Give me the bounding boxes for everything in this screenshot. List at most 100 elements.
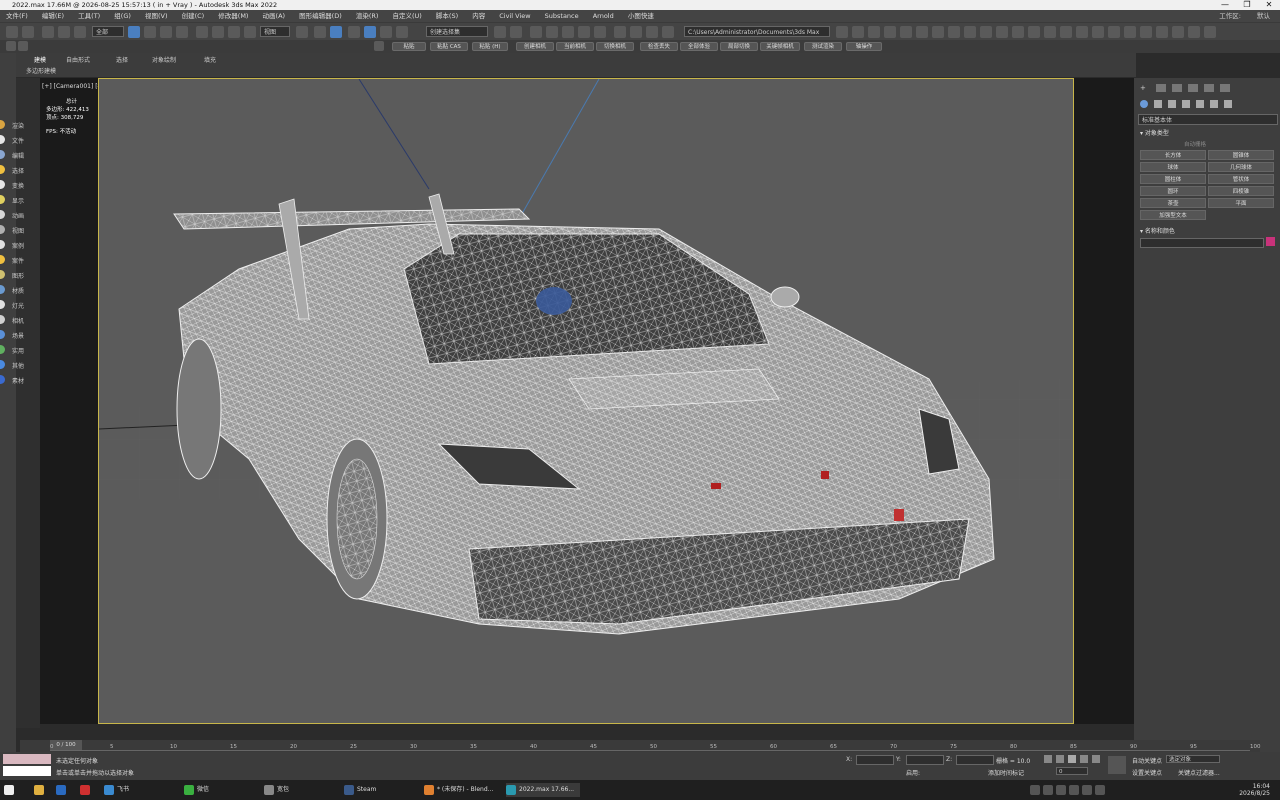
menu-content[interactable]: 内容 <box>472 10 485 22</box>
menu-create[interactable]: 创建(C) <box>182 10 205 22</box>
time-slider-thumb[interactable]: 0 / 100 <box>50 740 82 750</box>
plugin-icon-11[interactable] <box>1028 26 1040 38</box>
plugin-icon-19[interactable] <box>1156 26 1168 38</box>
tab-modeling[interactable]: 建模 <box>34 55 46 64</box>
keyframe-camera-button[interactable]: 关键帧相机 <box>760 42 800 51</box>
select-object-icon[interactable] <box>128 26 140 38</box>
plugin-icon-16[interactable] <box>1108 26 1120 38</box>
close-button[interactable]: ✕ <box>1258 0 1280 10</box>
plugin-icon-9[interactable] <box>996 26 1008 38</box>
start-icon[interactable] <box>4 783 17 797</box>
minimize-button[interactable]: — <box>1214 0 1236 10</box>
menu-arnold[interactable]: Arnold <box>593 10 614 22</box>
goto-start-icon[interactable] <box>1044 755 1052 763</box>
menu-plugins[interactable]: 小图快速 <box>628 10 654 22</box>
taskbar-feishu[interactable]: 飞书 <box>104 783 129 797</box>
object-color-swatch[interactable] <box>1266 237 1275 246</box>
plugin-icon-1[interactable] <box>868 26 880 38</box>
menu-animation[interactable]: 动画(A) <box>263 10 286 22</box>
scene-explorer-icon[interactable] <box>530 26 542 38</box>
left-item-animation[interactable]: 动画 <box>0 208 32 222</box>
taskbar-3dsmax[interactable]: 2022.max 17.66... <box>506 783 581 797</box>
scale-icon[interactable] <box>228 26 240 38</box>
pyramid-button[interactable]: 四棱锥 <box>1208 186 1274 196</box>
plugin-icon-20[interactable] <box>1172 26 1184 38</box>
left-item-edit[interactable]: 编辑 <box>0 148 32 162</box>
plugin-icon-22[interactable] <box>1204 26 1216 38</box>
cameras-icon[interactable] <box>1182 100 1190 108</box>
z-coord-field[interactable] <box>956 755 994 765</box>
move-icon[interactable] <box>196 26 208 38</box>
left-item-case2[interactable]: 案件 <box>0 253 32 267</box>
lights-icon[interactable] <box>1168 100 1176 108</box>
set-key-big-icon[interactable] <box>1108 756 1126 774</box>
geosphere-button[interactable]: 几何球体 <box>1208 162 1274 172</box>
taskbar-blender[interactable]: * (未保存) - Blend... <box>424 783 493 797</box>
left-item-material[interactable]: 材质 <box>0 283 32 297</box>
helpers-icon[interactable] <box>1196 100 1204 108</box>
left-item-select[interactable]: 选择 <box>0 163 32 177</box>
pivot-center-icon[interactable] <box>296 26 308 38</box>
torus-button[interactable]: 圆环 <box>1140 186 1206 196</box>
name-color-header[interactable]: ▾ 名称和颜色 <box>1140 226 1175 235</box>
undo-icon[interactable] <box>6 26 18 38</box>
left-item-scene[interactable]: 场景 <box>0 328 32 342</box>
create-tab-icon[interactable]: + <box>1140 84 1152 92</box>
left-item-shape[interactable]: 图形 <box>0 268 32 282</box>
full-experience-button[interactable]: 全部体验 <box>680 42 718 51</box>
tab-freeform[interactable]: 自由形式 <box>66 55 90 64</box>
paste-h-button[interactable]: 粘贴 (H) <box>472 42 508 51</box>
next-frame-icon[interactable] <box>1080 755 1088 763</box>
rect-selection-icon[interactable] <box>160 26 172 38</box>
camera-viewport[interactable] <box>98 78 1074 724</box>
menu-edit[interactable]: 编辑(E) <box>42 10 64 22</box>
maxscript-listener[interactable] <box>3 754 51 764</box>
plugin-icon-7[interactable] <box>964 26 976 38</box>
align-icon[interactable] <box>510 26 522 38</box>
project-path-field[interactable]: C:\Users\Administrator\Documents\3ds Max… <box>684 26 830 47</box>
rendered-frame-icon[interactable] <box>646 26 658 38</box>
prev-frame-icon[interactable] <box>1056 755 1064 763</box>
left-item-assets[interactable]: 素材 <box>0 373 32 387</box>
plugin-icon-5[interactable] <box>932 26 944 38</box>
menu-rendering[interactable]: 渲染(R) <box>356 10 379 22</box>
goto-end-icon[interactable] <box>1092 755 1100 763</box>
plugin-icon-15[interactable] <box>1092 26 1104 38</box>
sphere-button[interactable]: 球体 <box>1140 162 1206 172</box>
left-item-transform[interactable]: 变换 <box>0 178 32 192</box>
left-item-view[interactable]: 视图 <box>0 223 32 237</box>
taskbar-wps-icon[interactable] <box>80 783 93 797</box>
keyboard-shortcut-icon[interactable] <box>330 26 342 38</box>
teapot-button[interactable]: 茶壶 <box>1140 198 1206 208</box>
current-camera-button[interactable]: 当前相机 <box>556 42 594 51</box>
maximize-button[interactable]: ❐ <box>1236 0 1258 10</box>
motion-tab-icon[interactable] <box>1188 84 1198 92</box>
left-item-camera[interactable]: 相机 <box>0 313 32 327</box>
taskbar-app-icon[interactable] <box>56 783 69 797</box>
render-production-icon[interactable] <box>662 26 674 38</box>
paste-cas-button[interactable]: 粘贴 CAS <box>430 42 468 51</box>
link-icon[interactable] <box>42 26 54 38</box>
left-item-light[interactable]: 灯光 <box>0 298 32 312</box>
local-switch-button[interactable]: 局部切换 <box>720 42 758 51</box>
display-tab-icon[interactable] <box>1204 84 1214 92</box>
unlink-icon[interactable] <box>58 26 70 38</box>
menu-customize[interactable]: 自定义(U) <box>392 10 421 22</box>
plugin-icon-13[interactable] <box>1060 26 1072 38</box>
plugin-icon-14[interactable] <box>1076 26 1088 38</box>
render-setup-icon[interactable] <box>630 26 642 38</box>
selection-filter-dropdown[interactable]: 全部 <box>92 26 124 37</box>
taskbar-explorer-icon[interactable] <box>34 783 47 797</box>
check-missing-button[interactable]: 检查丢失 <box>640 42 678 51</box>
asset-tracking-icon[interactable] <box>852 26 864 38</box>
spinner-snap-icon[interactable] <box>396 26 408 38</box>
object-name-field[interactable] <box>1140 238 1264 248</box>
category-dropdown[interactable]: 标准基本体 <box>1138 114 1278 125</box>
rotate-icon[interactable] <box>212 26 224 38</box>
menu-graph-editors[interactable]: 图形编辑器(D) <box>299 10 342 22</box>
menu-group[interactable]: 组(G) <box>114 10 131 22</box>
plugin-icon-3[interactable] <box>900 26 912 38</box>
y-coord-field[interactable] <box>906 755 944 765</box>
shapes-icon[interactable] <box>1154 100 1162 108</box>
hierarchy-tab-icon[interactable] <box>1172 84 1182 92</box>
